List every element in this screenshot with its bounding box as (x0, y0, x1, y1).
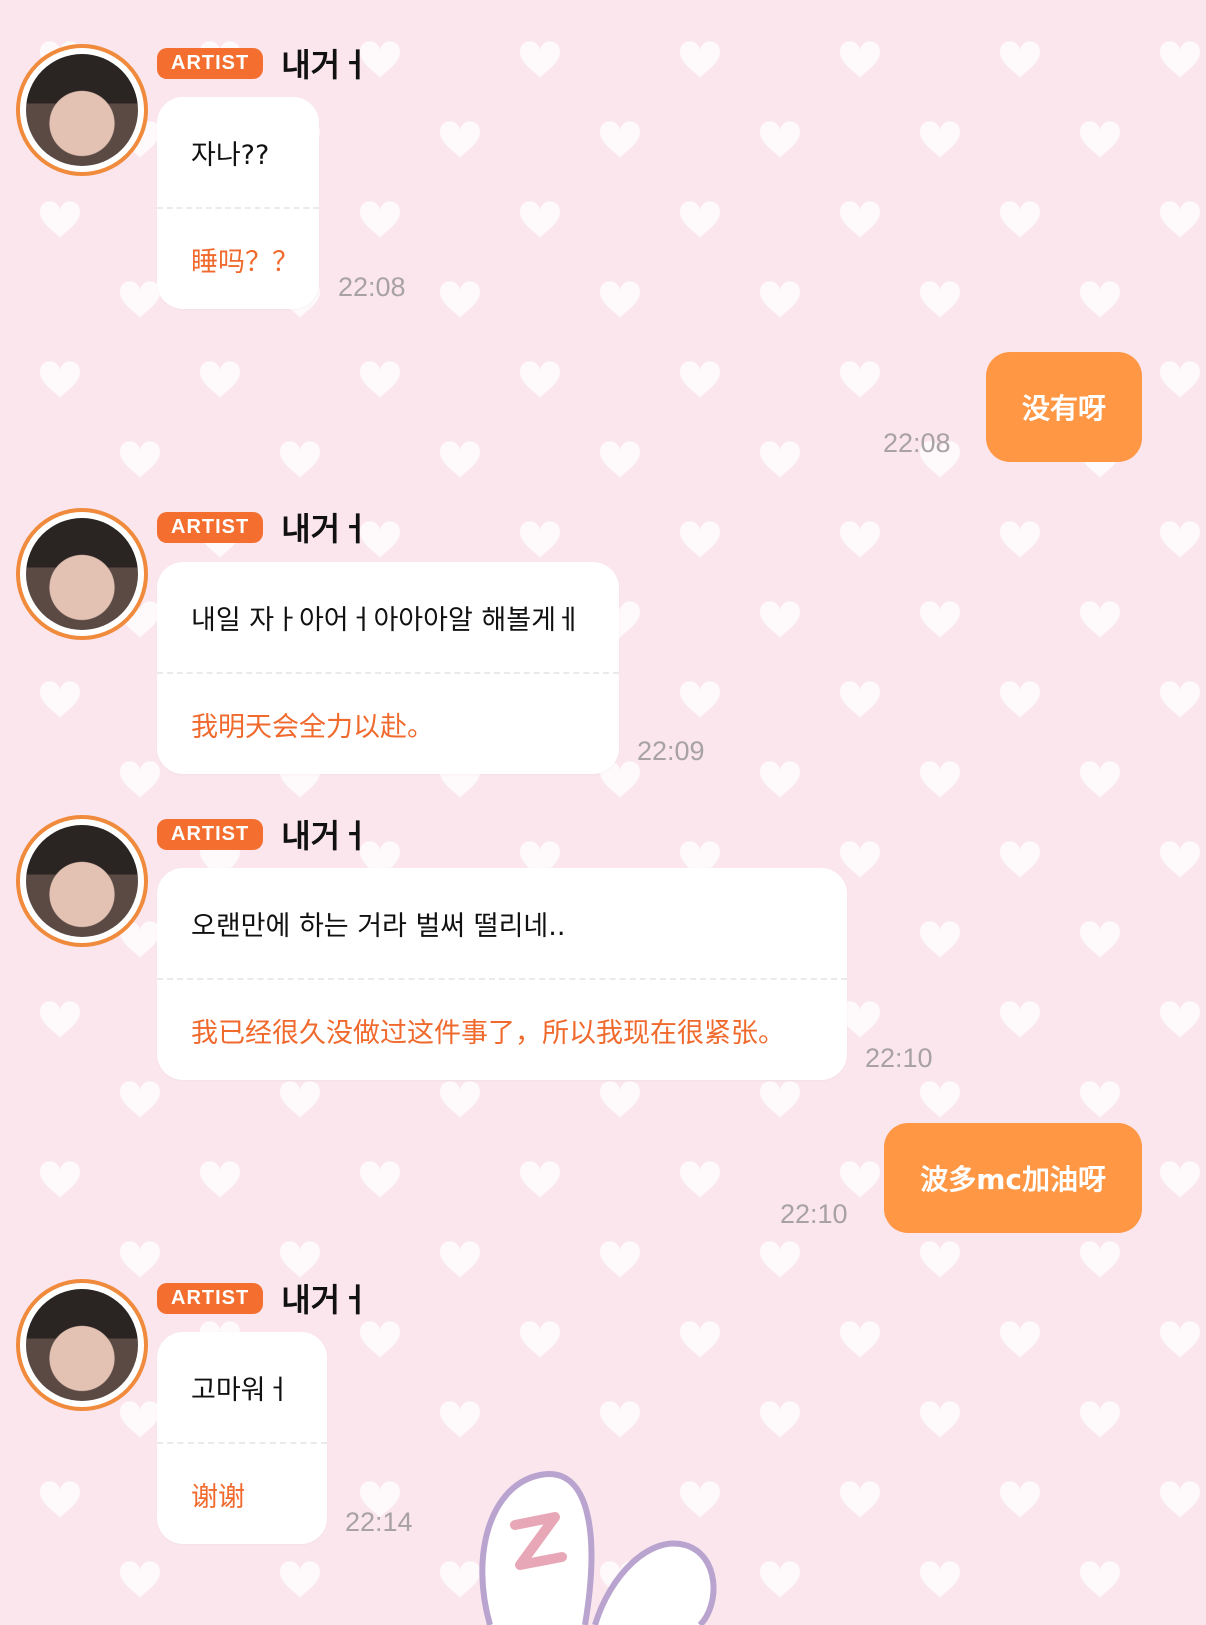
reply-time: 22:08 (883, 428, 951, 458)
artist-avatar[interactable] (16, 815, 148, 947)
reply-bubble[interactable]: 没有呀 (985, 352, 1142, 462)
artist-avatar[interactable] (16, 1279, 148, 1411)
message-translation-text: 睡吗？？ (191, 246, 299, 278)
message-bubble[interactable]: 고마워ㅓ 谢谢 (157, 1332, 327, 1544)
message-translation-text: 我明天会全力以赴。 (191, 711, 434, 743)
artist-avatar[interactable] (16, 508, 148, 640)
artist-badge: ARTIST (157, 1282, 264, 1314)
message-original-text: 자나?? (191, 139, 270, 171)
sender-row: ARTIST 내거ㅓ (157, 40, 370, 86)
reply-time: 22:10 (780, 1199, 848, 1229)
message-bubble[interactable]: 오랜만에 하는 거라 벌써 떨리네.. 我已经很久没做过这件事了，所以我现在很紧… (157, 868, 847, 1080)
message-translation-text: 谢谢 (191, 1481, 245, 1513)
message-bubble[interactable]: 내일 자ㅏ아어ㅓ아아아알 해볼게ㅔ 我明天会全力以赴。 (157, 562, 619, 774)
message-translation-text: 我已经很久没做过这件事了，所以我现在很紧张。 (191, 1017, 785, 1049)
message-original-text: 오랜만에 하는 거라 벌써 떨리네.. (191, 910, 566, 942)
message-time: 22:08 (338, 272, 406, 302)
sender-name: 내거ㅓ (281, 817, 370, 855)
sender-name: 내거ㅓ (281, 510, 370, 548)
artist-badge: ARTIST (157, 47, 264, 79)
sender-row: ARTIST 내거ㅓ (157, 504, 370, 550)
artist-badge: ARTIST (157, 818, 264, 850)
bunny-sticker-icon (479, 1471, 717, 1625)
message-bubble[interactable]: 자나?? 睡吗？？ (157, 97, 319, 309)
message-original-text: 고마워ㅓ (191, 1374, 291, 1406)
message-time: 22:10 (865, 1043, 933, 1073)
artist-avatar[interactable] (16, 44, 148, 176)
sender-name: 내거ㅓ (281, 1281, 370, 1319)
sender-name: 내거ㅓ (281, 46, 370, 84)
sender-row: ARTIST 내거ㅓ (157, 1275, 370, 1321)
sender-row: ARTIST 내거ㅓ (157, 811, 370, 857)
reply-bubble[interactable]: 波多mc加油呀 (884, 1123, 1142, 1233)
artist-badge: ARTIST (157, 511, 264, 543)
message-time: 22:09 (637, 736, 705, 766)
message-time: 22:14 (345, 1507, 413, 1537)
message-original-text: 내일 자ㅏ아어ㅓ아아아알 해볼게ㅔ (191, 604, 581, 636)
